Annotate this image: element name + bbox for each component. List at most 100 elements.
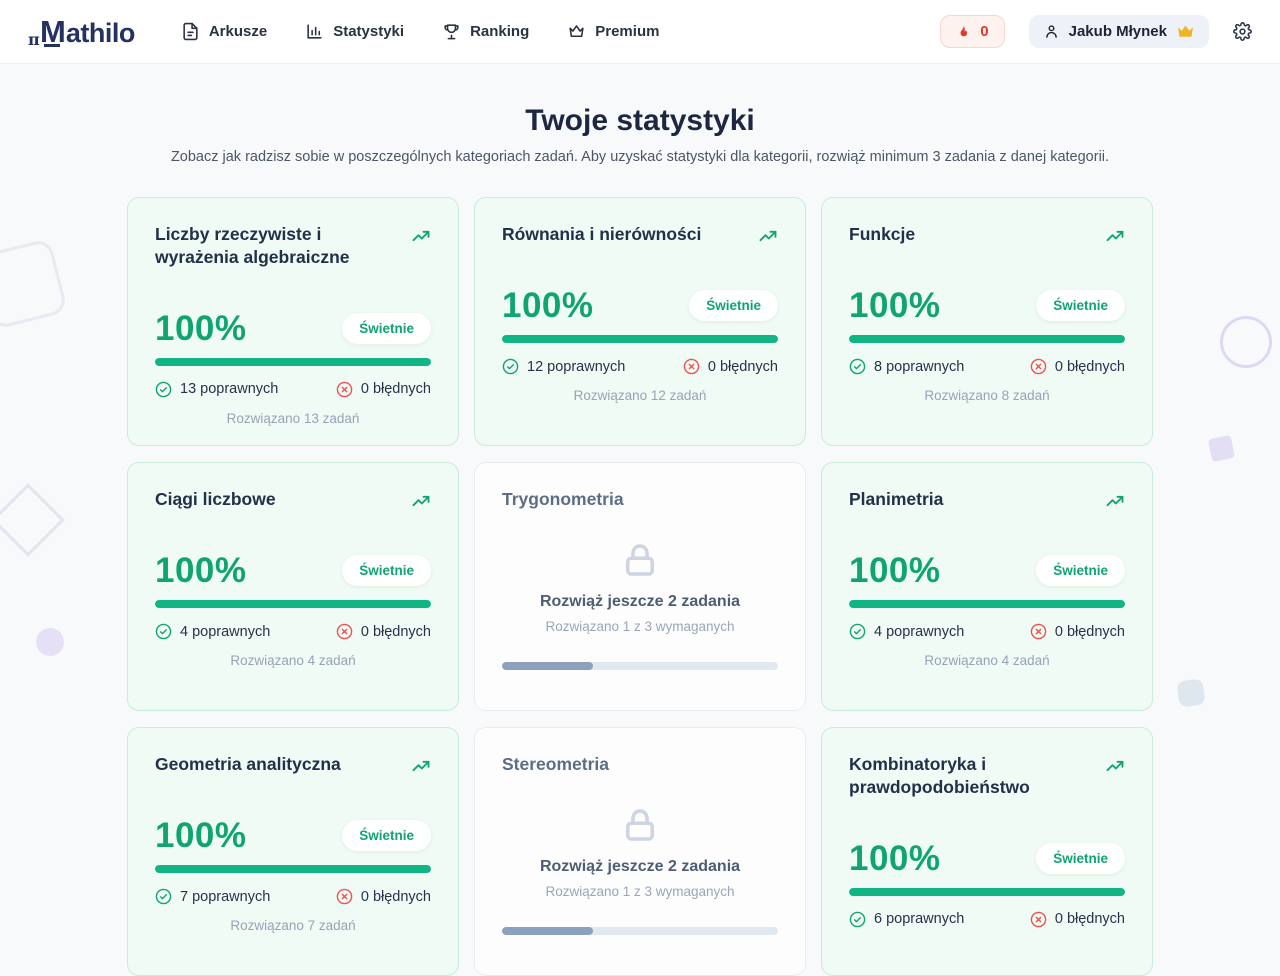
main-nav: Arkusze Statystyki Ranking Premium: [181, 22, 660, 41]
solved-count: Rozwiązano 13 zadań: [155, 411, 431, 426]
progress-bar: [155, 865, 431, 873]
correct-stat: 4 poprawnych: [155, 623, 270, 640]
correct-stat: 12 poprawnych: [502, 358, 625, 375]
nav-label: Arkusze: [209, 23, 267, 40]
streak-badge[interactable]: 0: [940, 15, 1004, 48]
rating-badge: Świetnie: [1036, 843, 1125, 874]
category-card-kombinatoryka[interactable]: Kombinatoryka i prawdopodobieństwo 100% …: [821, 727, 1153, 976]
decor-diamond-outline: [0, 483, 65, 557]
wrong-stat: 0 błędnych: [336, 381, 431, 398]
correct-stat: 4 poprawnych: [849, 623, 964, 640]
nav-item-ranking[interactable]: Ranking: [442, 22, 529, 41]
header-right: 0 Jakub Młynek: [940, 15, 1252, 48]
decor-square-purple: [1208, 435, 1235, 462]
solved-count: Rozwiązano 8 zadań: [849, 388, 1125, 403]
category-title: Geometria analityczna: [155, 753, 341, 776]
category-card-geometria-analityczna[interactable]: Geometria analityczna 100% Świetnie 7 po…: [127, 727, 459, 976]
page-title: Twoje statystyki: [0, 104, 1280, 138]
trending-up-icon: [1105, 753, 1125, 776]
correct-stat: 6 poprawnych: [849, 911, 964, 928]
page-subtitle: Zobacz jak radzisz sobie w poszczególnyc…: [0, 149, 1280, 165]
user-name: Jakub Młynek: [1069, 23, 1167, 40]
progress-bar: [155, 358, 431, 366]
progress-bar: [502, 927, 778, 935]
category-title: Liczby rzeczywiste i wyrażenia algebraic…: [155, 223, 401, 269]
wrong-stat: 0 błędnych: [336, 888, 431, 905]
category-card-rownania[interactable]: Równania i nierówności 100% Świetnie 12 …: [474, 197, 806, 446]
locked-note: Rozwiązano 1 z 3 wymaganych: [545, 884, 734, 899]
progress-bar: [502, 662, 778, 670]
nav-item-premium[interactable]: Premium: [567, 22, 659, 41]
trending-up-icon: [411, 753, 431, 776]
progress-bar: [849, 335, 1125, 343]
category-card-stereometria-locked[interactable]: Stereometria Rozwiąż jeszcze 2 zadania R…: [474, 727, 806, 976]
correct-stat: 8 poprawnych: [849, 358, 964, 375]
logo-underline: [44, 44, 60, 47]
top-bar: π M athilo Arkusze Statystyki Ranking Pr…: [0, 0, 1280, 64]
progress-bar: [155, 600, 431, 608]
progress-fill: [849, 600, 1125, 608]
user-menu[interactable]: Jakub Młynek: [1029, 15, 1209, 48]
rating-badge: Świetnie: [1036, 290, 1125, 321]
wrong-label: 0 błędnych: [1055, 359, 1125, 375]
nav-label: Ranking: [470, 23, 529, 40]
wrong-label: 0 błędnych: [1055, 911, 1125, 927]
wrong-label: 0 błędnych: [361, 624, 431, 640]
progress-fill: [502, 927, 593, 935]
solved-count: Rozwiązano 7 zadań: [155, 918, 431, 933]
score-percent: 100%: [849, 841, 941, 876]
streak-count: 0: [980, 23, 988, 40]
progress-fill: [155, 865, 431, 873]
wrong-stat: 0 błędnych: [683, 358, 778, 375]
trending-up-icon: [1105, 488, 1125, 511]
wrong-stat: 0 błędnych: [1030, 911, 1125, 928]
logo-text: athilo: [66, 20, 135, 47]
nav-label: Statystyki: [333, 23, 404, 40]
progress-fill: [849, 335, 1125, 343]
rating-badge: Świetnie: [342, 555, 431, 586]
score-percent: 100%: [155, 311, 247, 346]
gear-icon[interactable]: [1233, 22, 1252, 41]
category-card-planimetria[interactable]: Planimetria 100% Świetnie 4 poprawnych 0…: [821, 462, 1153, 711]
logo-pi-glyph: π: [28, 30, 40, 49]
progress-bar: [849, 888, 1125, 896]
logo[interactable]: π M athilo: [28, 16, 135, 47]
correct-label: 8 poprawnych: [874, 359, 964, 375]
category-title: Trygonometria: [502, 488, 624, 511]
decor-square-slate: [1176, 678, 1205, 707]
category-card-liczby-rzeczywiste[interactable]: Liczby rzeczywiste i wyrażenia algebraic…: [127, 197, 459, 446]
nav-item-arkusze[interactable]: Arkusze: [181, 22, 267, 41]
wrong-label: 0 błędnych: [708, 359, 778, 375]
lock-icon: [619, 539, 661, 581]
progress-fill: [155, 600, 431, 608]
wrong-stat: 0 błędnych: [336, 623, 431, 640]
correct-label: 13 poprawnych: [180, 381, 278, 397]
category-card-trygonometria-locked[interactable]: Trygonometria Rozwiąż jeszcze 2 zadania …: [474, 462, 806, 711]
decor-circle-filled: [36, 628, 64, 656]
decor-circle-outline: [1220, 316, 1272, 368]
rating-badge: Świetnie: [342, 313, 431, 344]
wrong-label: 0 błędnych: [1055, 624, 1125, 640]
category-card-ciagi[interactable]: Ciągi liczbowe 100% Świetnie 4 poprawnyc…: [127, 462, 459, 711]
rating-badge: Świetnie: [1036, 555, 1125, 586]
locked-cta: Rozwiąż jeszcze 2 zadania: [540, 593, 740, 611]
wrong-stat: 0 błędnych: [1030, 623, 1125, 640]
category-title: Ciągi liczbowe: [155, 488, 276, 511]
progress-fill: [502, 662, 593, 670]
category-card-funkcje[interactable]: Funkcje 100% Świetnie 8 poprawnych 0 błę…: [821, 197, 1153, 446]
nav-item-statystyki[interactable]: Statystyki: [305, 22, 404, 41]
person-icon: [1043, 23, 1060, 40]
category-title: Kombinatoryka i prawdopodobieństwo: [849, 753, 1095, 799]
category-grid: Liczby rzeczywiste i wyrażenia algebraic…: [127, 197, 1153, 976]
nav-label: Premium: [595, 23, 659, 40]
lock-icon: [619, 804, 661, 846]
score-percent: 100%: [155, 818, 247, 853]
correct-label: 12 poprawnych: [527, 359, 625, 375]
logo-m: M: [40, 16, 66, 47]
bar-chart-icon: [305, 22, 324, 41]
flame-icon: [956, 23, 971, 40]
correct-label: 4 poprawnych: [874, 624, 964, 640]
wrong-label: 0 błędnych: [361, 381, 431, 397]
correct-label: 7 poprawnych: [180, 889, 270, 905]
progress-bar: [502, 335, 778, 343]
